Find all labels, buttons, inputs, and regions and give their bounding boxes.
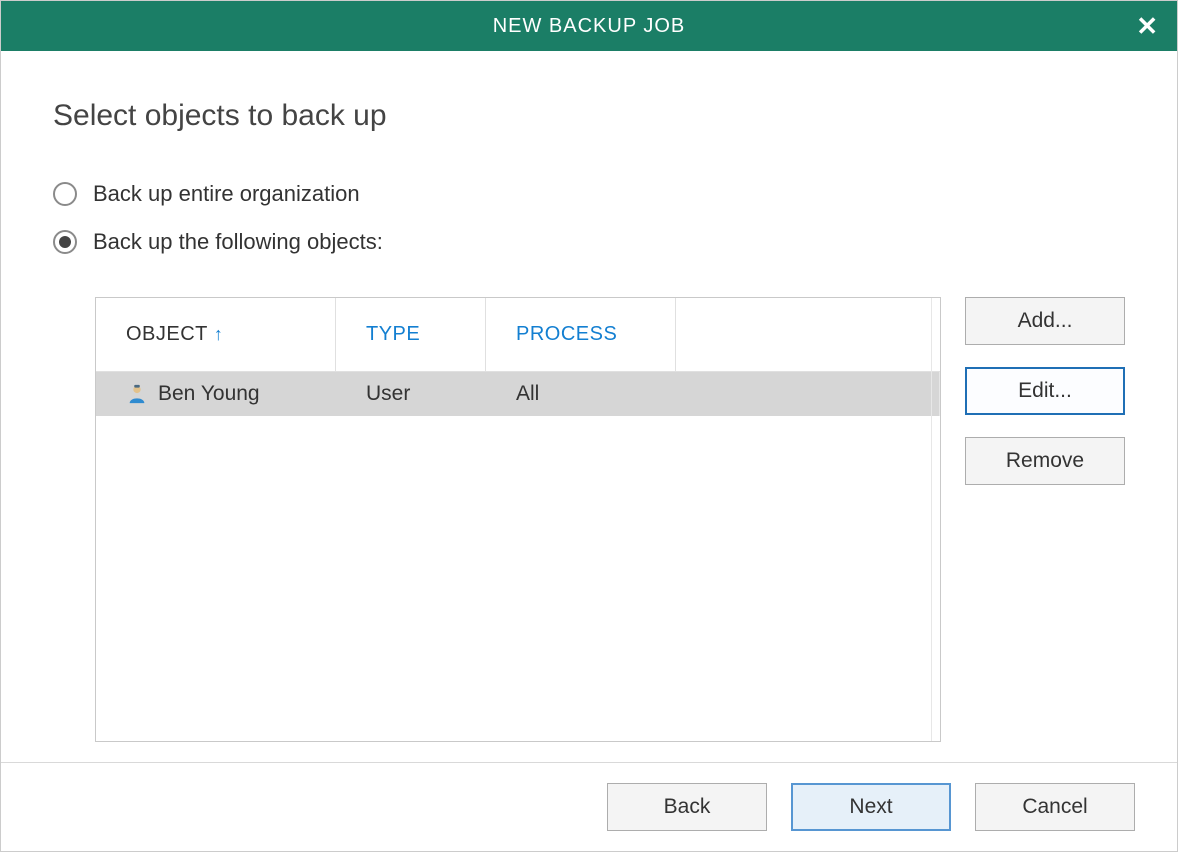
column-header-type[interactable]: TYPE (336, 298, 486, 371)
remove-button[interactable]: Remove (965, 437, 1125, 485)
back-button[interactable]: Back (607, 783, 767, 831)
side-buttons: Add... Edit... Remove (965, 297, 1125, 742)
cell-object-text: Ben Young (158, 382, 260, 406)
page-heading: Select objects to back up (53, 99, 1125, 133)
next-button[interactable]: Next (791, 783, 951, 831)
cancel-button[interactable]: Cancel (975, 783, 1135, 831)
radio-selected-dot (59, 236, 71, 248)
radio-entire-label: Back up entire organization (93, 181, 360, 207)
sort-ascending-icon: ↑ (214, 324, 224, 345)
cell-empty (676, 372, 940, 416)
table-header: OBJECT ↑ TYPE PROCESS (96, 298, 940, 372)
content-area: Select objects to back up Back up entire… (1, 51, 1177, 762)
titlebar: NEW BACKUP JOB ✕ (1, 1, 1177, 51)
column-header-process[interactable]: PROCESS (486, 298, 676, 371)
user-icon (126, 383, 148, 405)
column-header-object[interactable]: OBJECT ↑ (96, 298, 336, 371)
cell-object: Ben Young (96, 372, 336, 416)
radio-entire-org[interactable]: Back up entire organization (53, 181, 1125, 207)
cell-type: User (336, 372, 486, 416)
dialog-title: NEW BACKUP JOB (493, 15, 686, 38)
radio-icon (53, 182, 77, 206)
footer: Back Next Cancel (1, 762, 1177, 851)
table-scrollbar-divider (931, 298, 932, 741)
objects-table: OBJECT ↑ TYPE PROCESS (95, 297, 941, 742)
radio-icon (53, 230, 77, 254)
cell-process: All (486, 372, 676, 416)
table-row[interactable]: Ben Young User All (96, 372, 940, 416)
radio-following-objects[interactable]: Back up the following objects: (53, 229, 1125, 255)
add-button[interactable]: Add... (965, 297, 1125, 345)
objects-area: OBJECT ↑ TYPE PROCESS (95, 297, 1125, 742)
radio-following-label: Back up the following objects: (93, 229, 383, 255)
table-empty-space (96, 416, 940, 741)
close-icon[interactable]: ✕ (1136, 13, 1159, 39)
radio-group: Back up entire organization Back up the … (53, 181, 1125, 277)
edit-button[interactable]: Edit... (965, 367, 1125, 415)
dialog: NEW BACKUP JOB ✕ Select objects to back … (0, 0, 1178, 852)
